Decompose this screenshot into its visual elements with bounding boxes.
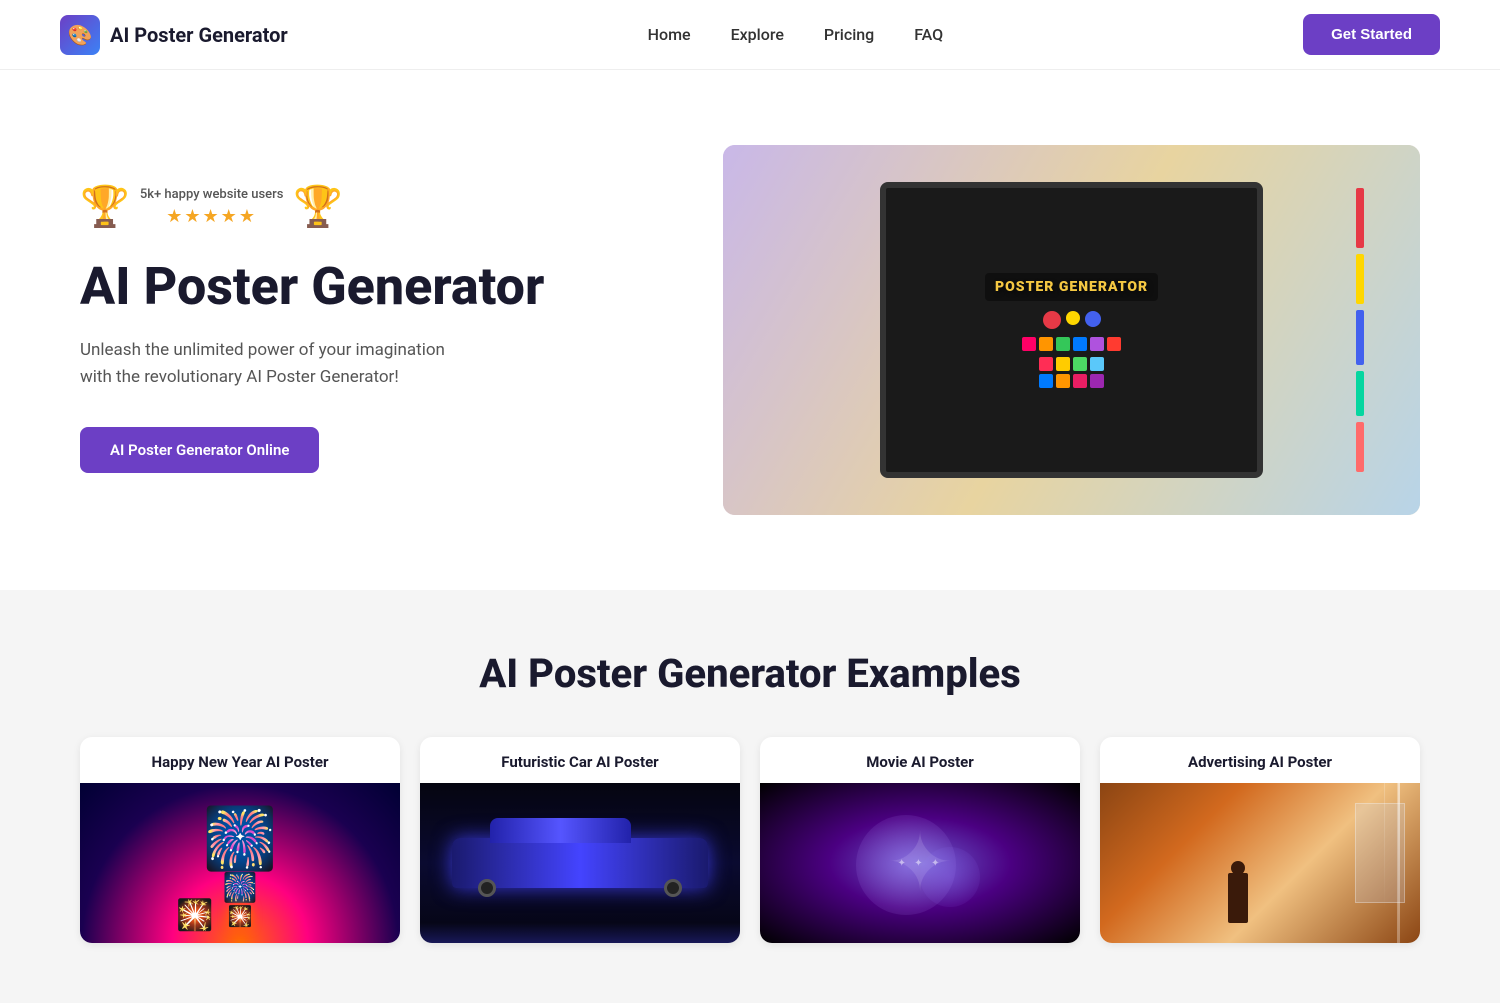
circle-red [1043,311,1061,329]
car-shape [452,838,708,888]
card-title-movie: Movie AI Poster [760,737,1080,783]
color-swatches [1022,337,1121,351]
nav-faq[interactable]: FAQ [914,25,943,44]
brand-name: AI Poster Generator [110,23,288,47]
get-started-button[interactable]: Get Started [1303,14,1440,55]
card-image-car [420,783,740,943]
card-image-advertising [1100,783,1420,943]
nav-home[interactable]: Home [648,25,691,44]
hero-image-area: POSTER GENERATOR [723,145,1420,515]
card-title-new-year: Happy New Year AI Poster [80,737,400,783]
brand-logo-icon: 🎨 [60,15,100,55]
hero-cta-button[interactable]: AI Poster Generator Online [80,427,319,473]
nav-explore[interactable]: Explore [731,25,784,44]
car-wheel-right [664,879,682,897]
card-image-new-year: 🎆 🎇 [80,783,400,943]
card-image-movie: ✦ ✦ ✦ [760,783,1080,943]
example-card-new-year: Happy New Year AI Poster 🎆 🎇 [80,737,400,943]
laurel-right-icon: 🏆 [293,187,343,227]
movie-text: ✦ ✦ ✦ [897,858,942,869]
example-card-advertising: Advertising AI Poster [1100,737,1420,943]
poster-board: POSTER GENERATOR [880,182,1263,478]
light-ray [1398,783,1400,943]
card-title-car: Futuristic Car AI Poster [420,737,740,783]
example-card-car: Futuristic Car AI Poster [420,737,740,943]
car-wheel-left [478,879,496,897]
person-silhouette [1228,873,1248,923]
poster-board-title: POSTER GENERATOR [985,273,1158,301]
hero-image: POSTER GENERATOR [723,145,1420,515]
hero-badge: 🏆 5k+ happy website users ★★★★★ 🏆 [80,187,683,227]
star-rating: ★★★★★ [140,206,284,227]
nav-links: Home Explore Pricing FAQ [648,25,944,44]
examples-title: AI Poster Generator Examples [80,650,1420,697]
examples-section: AI Poster Generator Examples Happy New Y… [0,590,1500,1003]
nav-pricing[interactable]: Pricing [824,25,874,44]
hero-title: AI Poster Generator [80,257,683,317]
navbar: 🎨 AI Poster Generator Home Explore Prici… [0,0,1500,70]
card-title-advertising: Advertising AI Poster [1100,737,1420,783]
light-ray-2 [1384,783,1385,911]
hero-description: Unleash the unlimited power of your imag… [80,337,683,391]
car-glow [420,923,740,943]
hero-left-content: 🏆 5k+ happy website users ★★★★★ 🏆 AI Pos… [80,187,683,472]
poster-circles [1043,311,1101,329]
circle-gold [1066,311,1080,325]
badge-text: 5k+ happy website users [140,187,284,202]
swatch-grid [1039,357,1104,388]
brand-link[interactable]: 🎨 AI Poster Generator [60,15,288,55]
poster-mock: POSTER GENERATOR [723,145,1420,515]
circle-blue [1085,311,1101,327]
hero-section: 🏆 5k+ happy website users ★★★★★ 🏆 AI Pos… [0,70,1500,590]
laurel-left-icon: 🏆 [80,187,130,227]
deco-right [1356,188,1364,472]
examples-grid: Happy New Year AI Poster 🎆 🎇 Futuristic … [80,737,1420,943]
example-card-movie: Movie AI Poster ✦ ✦ ✦ [760,737,1080,943]
badge-content: 5k+ happy website users ★★★★★ [130,187,294,227]
